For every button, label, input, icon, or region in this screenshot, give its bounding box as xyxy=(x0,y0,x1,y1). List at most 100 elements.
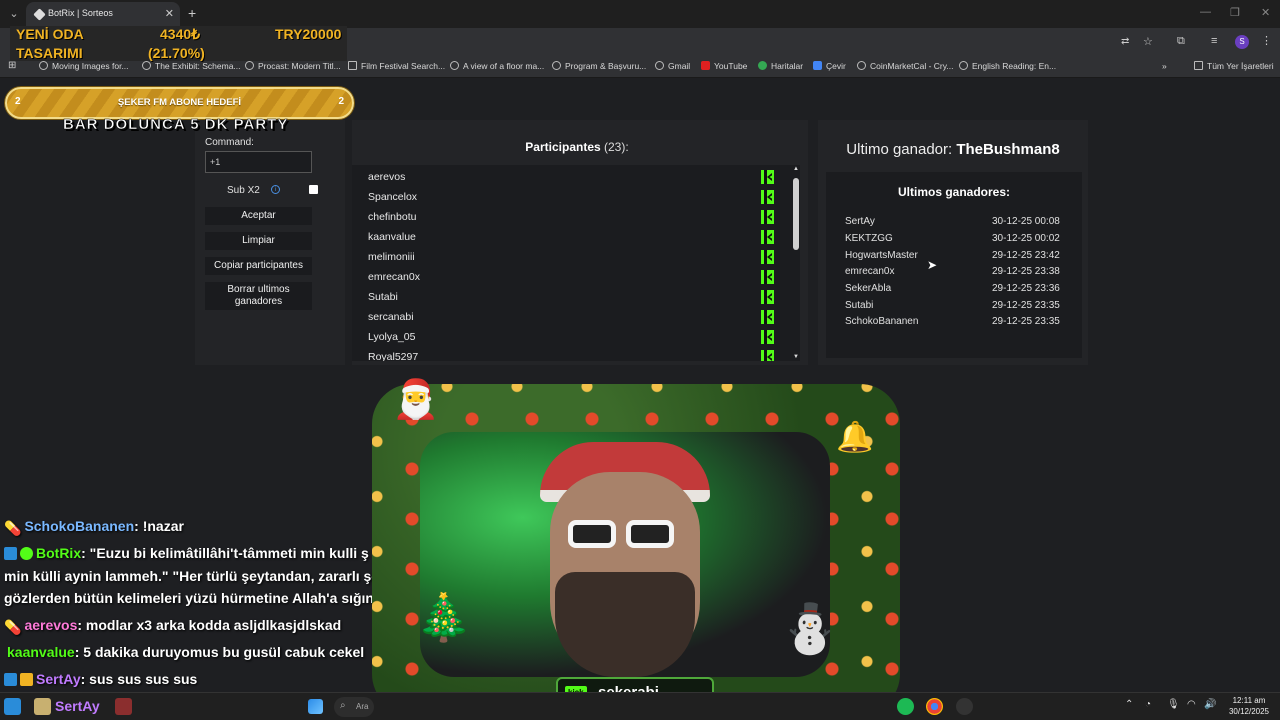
kick-icon xyxy=(761,170,774,184)
participants-scrollbar[interactable]: ▲ ▼ xyxy=(792,165,800,361)
bookmark-item[interactable]: Çevir xyxy=(813,61,846,71)
scroll-thumb[interactable] xyxy=(793,178,799,250)
apps-grid-icon[interactable]: ⊞ xyxy=(8,60,16,71)
scroll-down-icon[interactable]: ▼ xyxy=(792,354,800,360)
tray-chevron-icon[interactable]: ⌃ xyxy=(1125,699,1133,710)
globe-icon xyxy=(655,61,664,70)
crown-badge-icon xyxy=(20,673,33,686)
obs-icon[interactable] xyxy=(956,698,973,715)
tab-title: BotRix | Sorteos xyxy=(48,8,113,18)
pill-badge-icon: 💊 xyxy=(4,619,22,635)
globe-icon xyxy=(142,61,151,70)
microphone-icon[interactable]: 🎙 xyxy=(1167,699,1180,710)
bookmark-item[interactable]: Procast: Modern Titl... xyxy=(245,61,341,71)
bookmark-item[interactable]: Program & Başvuru... xyxy=(552,61,646,71)
maps-pin-icon xyxy=(758,61,767,70)
profile-avatar[interactable]: S xyxy=(1235,35,1249,49)
minimize-icon[interactable]: — xyxy=(1200,6,1211,18)
translate-icon[interactable]: ⇄ xyxy=(1121,36,1129,47)
taskbar-avatar-icon[interactable] xyxy=(34,698,51,715)
tab-close-icon[interactable]: ✕ xyxy=(165,7,174,20)
list-item: melimoniii xyxy=(368,251,415,263)
party-banner: BAR DOLUNCA 5 DK PARTY xyxy=(63,116,289,134)
winner-date: 29-12-25 23:42 xyxy=(992,250,1060,261)
accept-button[interactable]: Aceptar xyxy=(205,207,312,225)
sub-x2-checkbox[interactable] xyxy=(309,185,318,194)
christmas-tree-icon: 🎄 xyxy=(415,591,473,643)
volume-icon[interactable]: 🔊 xyxy=(1204,699,1216,710)
bookmark-item[interactable]: Gmail xyxy=(655,61,690,71)
winner-date: 29-12-25 23:36 xyxy=(992,283,1060,294)
browser-tab[interactable]: BotRix | Sorteos ✕ xyxy=(26,2,180,28)
pill-badge-icon: 💊 xyxy=(4,520,22,536)
browser-tab-bar: ⌄ BotRix | Sorteos ✕ + — ❐ ✕ xyxy=(0,0,1280,28)
delete-winners-button[interactable]: Borrar ultimos ganadores xyxy=(205,282,312,310)
tab-search-icon[interactable]: ⌄ xyxy=(4,4,24,24)
new-tab-button[interactable]: + xyxy=(188,5,196,21)
more-bookmarks-icon[interactable]: » xyxy=(1162,61,1167,71)
extensions-icon[interactable]: ⧉ xyxy=(1177,35,1185,48)
bookmark-item[interactable]: English Reading: En... xyxy=(959,61,1056,71)
chat-message-continued: min külli aynin lammeh." "Her türlü şeyt… xyxy=(4,568,380,584)
copy-participants-button[interactable]: Copiar participantes xyxy=(205,257,312,275)
bookmark-item[interactable]: A view of a floor ma... xyxy=(450,61,544,71)
system-clock[interactable]: 12:11 am 30/12/2025 xyxy=(1222,695,1276,717)
tray-app-icon[interactable]: ◔ xyxy=(1145,699,1151,710)
winner-date: 29-12-25 23:38 xyxy=(992,266,1060,277)
bookmark-item[interactable]: Film Festival Search... xyxy=(348,61,445,71)
bookmark-item[interactable]: Haritalar xyxy=(758,61,803,71)
media-icon[interactable]: ≡ xyxy=(1211,35,1217,47)
winner-date: 29-12-25 23:35 xyxy=(992,300,1060,311)
white-sunglasses xyxy=(568,520,678,550)
taskbar-badge-icon[interactable] xyxy=(4,698,21,715)
santa-hat-decoration-icon: 🎅 xyxy=(392,379,440,421)
windows-start-icon[interactable] xyxy=(308,699,323,714)
globe-icon xyxy=(39,61,48,70)
kick-icon xyxy=(761,290,774,304)
clock-date: 30/12/2025 xyxy=(1228,707,1270,716)
goal-percent: (21.70%) xyxy=(148,45,205,61)
list-item: Royal5297 xyxy=(368,351,419,361)
taskbar-search[interactable]: ⌕ Ara xyxy=(334,697,374,717)
winner-name: SekerAbla xyxy=(845,283,892,294)
close-window-icon[interactable]: ✕ xyxy=(1261,6,1270,19)
winners-list-title: Ultimos ganadores: xyxy=(897,185,1011,199)
winner-name: emrecan0x xyxy=(845,266,895,277)
search-icon: ⌕ xyxy=(340,700,346,711)
wifi-icon[interactable]: ◠ xyxy=(1187,699,1196,710)
donation-goal-overlay: YENİ ODA TASARIMI 4340₺ (21.70%) TRY2000… xyxy=(10,26,347,61)
list-item: kaanvalue xyxy=(368,231,416,243)
all-bookmarks[interactable]: Tüm Yer İşaretleri xyxy=(1194,61,1274,71)
clock-time: 12:11 am xyxy=(1232,696,1266,705)
taskbar: SertAy ⌕ Ara ⌃ ◔ 🎙 ◠ 🔊 12:11 am 30/12/202… xyxy=(0,692,1280,720)
participants-list[interactable]: aerevos Spancelox chefinbotu kaanvalue m… xyxy=(352,165,792,361)
bookmark-item[interactable]: The Exhibit: Schema... xyxy=(142,61,241,71)
clear-button[interactable]: Limpiar xyxy=(205,232,312,250)
bookmark-item[interactable]: Moving Images for... xyxy=(39,61,129,71)
spotify-icon[interactable] xyxy=(897,698,914,715)
list-item: chefinbotu xyxy=(368,211,417,223)
sub-goal-title: ŞEKER FM ABONE HEDEFİ xyxy=(117,97,242,108)
globe-icon xyxy=(450,61,459,70)
chat-message: 💊 aerevos: modlar x3 arka kodda asljdlkas… xyxy=(4,617,342,635)
goal-label-line2: TASARIMI xyxy=(16,45,83,61)
page-icon xyxy=(348,61,357,70)
taskbar-thumbnail-icon[interactable] xyxy=(115,698,132,715)
chrome-icon[interactable] xyxy=(926,698,943,715)
list-item: aerevos xyxy=(368,171,406,183)
chat-message: BotRix: "Euzu bi kelimâtillâhi't-tâmmeti… xyxy=(4,545,369,561)
info-icon[interactable]: i xyxy=(271,185,280,194)
maximize-icon[interactable]: ❐ xyxy=(1230,6,1240,19)
scroll-up-icon[interactable]: ▲ xyxy=(792,166,800,172)
bookmark-item[interactable]: CoinMarketCal - Cry... xyxy=(857,61,953,71)
bookmark-item[interactable]: YouTube xyxy=(701,61,747,71)
snowman-icon: ⛄ xyxy=(780,603,840,656)
menu-icon[interactable]: ⋮ xyxy=(1261,34,1272,47)
mouse-cursor-icon: ➤ xyxy=(927,258,938,272)
command-label: Command: xyxy=(205,137,254,148)
translate-icon xyxy=(813,61,822,70)
list-item: sercanabi xyxy=(368,311,414,323)
command-input[interactable] xyxy=(205,151,312,173)
globe-icon xyxy=(245,61,254,70)
bookmark-star-icon[interactable]: ☆ xyxy=(1143,35,1153,48)
